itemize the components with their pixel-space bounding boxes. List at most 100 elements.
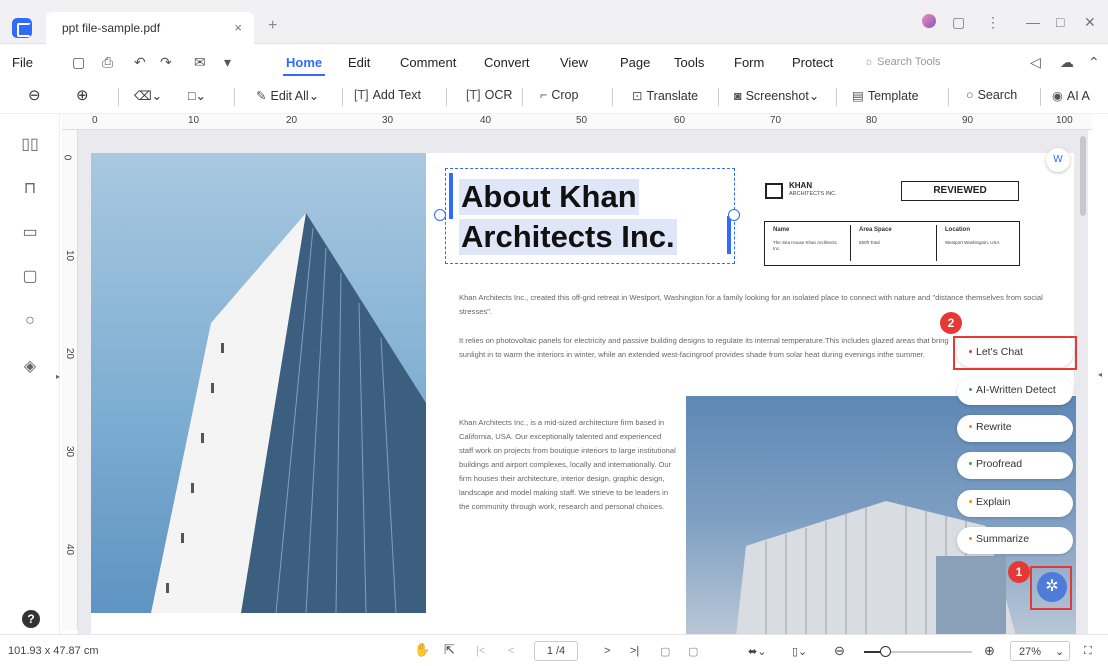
chevron-down-icon: ⌄ — [808, 89, 820, 103]
full-screen-icon[interactable]: ⛶ — [1084, 645, 1092, 658]
ai-detect-label: AI-Written Detect — [976, 384, 1056, 396]
sidebar-toggle-icon[interactable]: ▢ — [72, 54, 85, 71]
rewrite-button[interactable]: Rewrite — [957, 415, 1073, 442]
tab-close-icon[interactable]: × — [234, 20, 242, 35]
menu-home[interactable]: Home — [286, 55, 322, 70]
fit-width-icon[interactable]: ⬌⌄ — [748, 645, 766, 658]
page-layout-icon[interactable]: ▯⌄ — [792, 645, 807, 658]
step-badge-1: 1 — [1008, 561, 1030, 583]
minimize-icon[interactable]: — — [1026, 14, 1040, 30]
comment-icon[interactable]: ▭ — [20, 222, 40, 242]
maximize-icon[interactable]: □ — [1056, 14, 1064, 30]
feedback-icon[interactable]: ▢ — [952, 14, 965, 31]
menu-view[interactable]: View — [560, 55, 588, 70]
table-divider — [936, 225, 937, 261]
ruler-number: 80 — [866, 115, 878, 126]
zoom-level-select[interactable]: 27% ⌄ — [1010, 641, 1070, 661]
zoom-out-icon[interactable]: ⊖ — [834, 643, 845, 659]
undo-icon[interactable]: ↶ — [134, 54, 146, 71]
heading-line-2: Architects Inc. — [459, 219, 677, 255]
cloud-icon[interactable]: ☁ — [1060, 54, 1074, 71]
ruler-number: 60 — [674, 115, 686, 126]
search-button[interactable]: ○ Search — [966, 88, 1017, 102]
ruler-number: 10 — [64, 249, 76, 262]
menu-comment[interactable]: Comment — [400, 55, 456, 70]
word-convert-icon[interactable]: W — [1046, 148, 1070, 172]
ocr-button[interactable]: [T] OCR — [466, 88, 512, 102]
fit-icon[interactable]: ▢ — [688, 645, 698, 658]
menu-edit[interactable]: Edit — [348, 55, 370, 70]
new-tab-icon[interactable]: + — [268, 17, 277, 35]
print-icon[interactable]: ⎙ — [102, 54, 113, 71]
summarize-button[interactable]: Summarize — [957, 527, 1073, 554]
edit-all-button[interactable]: ✎ Edit All⌄ — [256, 88, 319, 103]
collapse-ribbon-icon[interactable]: ⌃ — [1088, 54, 1100, 71]
menu-form[interactable]: Form — [734, 55, 764, 70]
ruler-number: 70 — [770, 115, 782, 126]
pdf-page[interactable]: About Khan Architects Inc. KHAN ARCHITEC… — [91, 153, 1076, 634]
close-icon[interactable]: ✕ — [1084, 14, 1096, 31]
zoom-out-icon[interactable]: ⊖ — [28, 86, 41, 104]
ai-avatar-icon[interactable] — [922, 14, 936, 28]
menu-protect[interactable]: Protect — [792, 55, 833, 70]
menu-convert[interactable]: Convert — [484, 55, 530, 70]
zoom-in-icon[interactable]: ⊕ — [76, 86, 89, 104]
menu-tools[interactable]: Tools — [674, 55, 704, 70]
paragraph-about: Khan Architects Inc., is a mid-sized arc… — [459, 418, 676, 511]
translate-button[interactable]: ⊡ Translate — [632, 88, 698, 103]
quick-access-dropdown-icon[interactable]: ▾ — [224, 54, 231, 71]
prev-page-icon[interactable]: < — [508, 645, 514, 657]
last-page-icon[interactable]: >| — [630, 645, 639, 657]
highlight-tool-icon[interactable]: ⌫⌄ — [134, 88, 162, 103]
collapse-right-panel-icon[interactable]: ◂ — [1098, 370, 1102, 379]
search-tools[interactable]: ☼ Search Tools — [864, 56, 941, 68]
hand-tool-icon[interactable]: ✋ — [414, 642, 430, 658]
add-text-button[interactable]: [T] Add Text — [354, 88, 421, 102]
proofread-button[interactable]: Proofread — [957, 452, 1073, 479]
document-tab[interactable]: ppt file-sample.pdf × — [46, 12, 254, 44]
summarize-label: Summarize — [976, 533, 1030, 545]
layers-icon[interactable]: ◈ — [20, 356, 40, 376]
select-tool-icon[interactable]: ⇱ — [444, 642, 455, 658]
next-page-icon[interactable]: > — [604, 645, 610, 657]
search-panel-icon[interactable]: ○ — [20, 312, 40, 332]
rotate-icon[interactable]: ▢ — [660, 645, 670, 658]
crop-button[interactable]: ⌐ Crop — [540, 88, 578, 102]
resize-handle-right[interactable] — [728, 209, 740, 221]
zoom-slider-handle[interactable] — [880, 646, 891, 657]
bookmark-icon[interactable]: ⊓ — [20, 178, 40, 198]
table-cell: The Sea House Khan Architects Inc. — [773, 240, 837, 251]
first-page-icon[interactable]: |< — [476, 645, 485, 657]
toolbar-divider — [948, 88, 949, 106]
help-icon[interactable]: ? — [22, 610, 40, 628]
explain-button[interactable]: Explain — [957, 490, 1073, 517]
vertical-scrollbar-thumb[interactable] — [1080, 136, 1086, 216]
ai-assistant-float-icon[interactable]: ✲ — [1037, 572, 1067, 602]
resize-handle-left[interactable] — [434, 209, 446, 221]
attachment-icon[interactable]: ▢ — [20, 266, 40, 286]
ruler-number: 20 — [286, 115, 298, 126]
menu-page[interactable]: Page — [620, 55, 650, 70]
zoom-in-icon[interactable]: ⊕ — [984, 643, 995, 659]
title-bar: ppt file-sample.pdf × + ▢ ⋮ — □ ✕ — [0, 0, 1108, 44]
expand-sidebar-icon[interactable]: ▸ — [56, 372, 60, 381]
redo-icon[interactable]: ↷ — [160, 54, 172, 71]
mail-icon[interactable]: ✉ — [194, 54, 206, 71]
page-number-input[interactable]: 1 /4 — [534, 641, 578, 661]
send-icon[interactable]: ◁ — [1030, 54, 1041, 71]
thumbnails-icon[interactable]: ▯▯ — [20, 134, 40, 154]
active-menu-underline — [283, 74, 325, 76]
ruler-number: 30 — [382, 115, 394, 126]
toolbar-divider — [446, 88, 447, 106]
ai-written-detect-button[interactable]: AI-Written Detect — [957, 378, 1073, 405]
ai-assistant-button[interactable]: ◉ AI A — [1052, 88, 1090, 103]
template-button[interactable]: ▤ Template — [852, 88, 919, 103]
screenshot-button[interactable]: ◙ Screenshot⌄ — [734, 88, 819, 103]
explain-label: Explain — [976, 496, 1011, 508]
highlight-box-lets-chat — [953, 336, 1077, 370]
menu-file[interactable]: File — [12, 55, 33, 70]
shape-tool-icon[interactable]: □⌄ — [188, 88, 206, 103]
ruler-number: 30 — [64, 445, 76, 458]
document-canvas[interactable]: About Khan Architects Inc. KHAN ARCHITEC… — [78, 130, 1088, 634]
more-icon[interactable]: ⋮ — [986, 14, 1000, 31]
